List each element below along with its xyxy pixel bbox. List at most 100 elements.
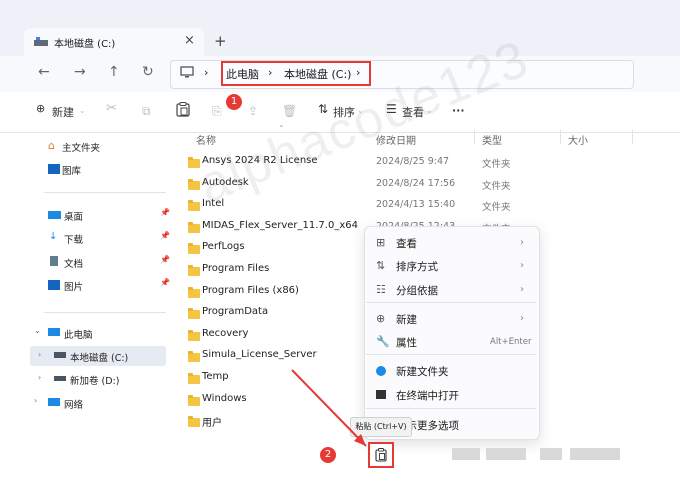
back-button[interactable]: ← xyxy=(38,64,50,80)
folder-icon xyxy=(188,287,200,298)
file-type: 文件夹 xyxy=(482,202,511,213)
file-type: 文件夹 xyxy=(482,181,511,192)
sidebar-item-local-disk-c[interactable]: 本地磁盘 (C:) xyxy=(70,350,128,364)
sidebar-item-desktop[interactable]: 桌面 xyxy=(64,209,83,223)
menu-item-view[interactable]: 查看 xyxy=(396,236,417,251)
folder-icon xyxy=(188,243,200,254)
blurred-toolbar-item xyxy=(452,448,480,460)
grid-view-icon: ⊞ xyxy=(376,236,386,249)
breadcrumb-this-pc[interactable]: 此电脑 xyxy=(226,66,259,82)
menu-item-group[interactable]: 分组依据 xyxy=(396,283,438,298)
new-icon: ⊕ xyxy=(36,102,46,115)
sidebar-item-gallery[interactable]: 图库 xyxy=(62,163,81,177)
menu-separator xyxy=(366,354,536,355)
new-button[interactable]: 新建 xyxy=(52,104,74,120)
file-name: Windows xyxy=(202,393,247,404)
sidebar-item-home[interactable]: 主文件夹 xyxy=(62,140,100,154)
copy-icon[interactable]: ⧉ xyxy=(142,104,151,119)
sort-icon: ⇅ xyxy=(376,259,386,272)
chevron-right-icon[interactable]: › xyxy=(34,396,37,405)
file-name: Program Files xyxy=(202,263,270,274)
pin-icon: 📌 xyxy=(160,255,170,264)
delete-icon[interactable]: 🗑 xyxy=(282,104,297,118)
column-divider xyxy=(560,130,561,144)
chevron-right-icon: › xyxy=(520,260,524,271)
folder-icon xyxy=(188,351,200,362)
new-tab-button[interactable]: + xyxy=(214,32,227,50)
group-icon: ☷ xyxy=(376,283,386,296)
forward-button[interactable]: → xyxy=(74,64,86,80)
blurred-toolbar-item xyxy=(486,448,526,460)
step-badge-2: 2 xyxy=(320,447,336,463)
folder-icon xyxy=(188,222,200,233)
pin-icon: 📌 xyxy=(160,278,170,287)
sidebar-item-documents[interactable]: 文档 xyxy=(64,256,83,270)
column-divider xyxy=(632,130,633,144)
file-type: 文件夹 xyxy=(482,159,511,170)
column-header-type[interactable]: 类型 xyxy=(482,132,502,147)
drive-d-icon xyxy=(54,376,66,381)
folder-icon xyxy=(188,395,200,406)
file-date: 2024/4/13 15:40 xyxy=(376,199,456,210)
new-icon: ⊕ xyxy=(376,312,386,325)
chevron-right-icon: › xyxy=(520,313,524,324)
home-icon: ⌂ xyxy=(48,139,55,152)
menu-item-properties[interactable]: 属性 xyxy=(396,335,417,350)
gallery-icon xyxy=(48,164,60,174)
pin-icon: 📌 xyxy=(160,231,170,240)
network-icon xyxy=(48,398,60,406)
column-header-size[interactable]: 大小 xyxy=(568,132,588,147)
chevron-right-icon[interactable]: › xyxy=(38,350,41,359)
menu-item-new-folder[interactable]: 新建文件夹 xyxy=(396,364,449,379)
drive-c-icon xyxy=(54,352,66,358)
chevron-down-icon: ⌄ xyxy=(79,106,86,115)
tab-close-button[interactable]: × xyxy=(184,33,195,48)
menu-item-open-terminal[interactable]: 在终端中打开 xyxy=(396,388,459,403)
paste-button[interactable] xyxy=(368,442,394,468)
chevron-down-icon[interactable]: ⌄ xyxy=(34,326,41,335)
file-name: ProgramData xyxy=(202,306,269,317)
tab-title: 本地磁盘 (C:) xyxy=(54,39,116,50)
document-icon xyxy=(50,256,58,266)
chevron-right-icon: › xyxy=(520,284,524,295)
menu-item-sort[interactable]: 排序方式 xyxy=(396,259,438,274)
sidebar-item-downloads[interactable]: 下载 xyxy=(64,232,83,246)
desktop-icon xyxy=(48,211,61,219)
sidebar-item-this-pc[interactable]: 此电脑 xyxy=(64,327,93,341)
cut-icon[interactable]: ✂ xyxy=(106,101,117,116)
drive-icon xyxy=(34,37,48,46)
step-badge-1: 1 xyxy=(226,94,242,110)
file-date: 2024/8/25 9:47 xyxy=(376,156,450,167)
refresh-button[interactable]: ↻ xyxy=(142,64,154,80)
file-name: 用户 xyxy=(202,418,222,429)
file-name: Temp xyxy=(202,371,229,382)
rename-icon[interactable]: ⎘ xyxy=(212,104,222,119)
column-header-name[interactable]: 名称 xyxy=(196,132,216,147)
paste-tooltip: 粘贴 (Ctrl+V) xyxy=(350,417,412,437)
breadcrumb-local-disk-c[interactable]: 本地磁盘 (C:) xyxy=(284,66,351,82)
sidebar-item-pictures[interactable]: 图片 xyxy=(64,279,83,293)
folder-icon xyxy=(188,330,200,341)
sidebar-item-new-volume-d[interactable]: 新加卷 (D:) xyxy=(70,373,119,387)
folder-icon xyxy=(188,373,200,384)
this-pc-icon xyxy=(48,328,60,336)
menu-separator xyxy=(366,408,536,409)
share-icon[interactable]: ⇪ xyxy=(248,104,258,118)
chevron-right-icon: › xyxy=(520,237,524,248)
computer-icon xyxy=(180,66,194,78)
sidebar-divider xyxy=(44,192,166,193)
sidebar-item-network[interactable]: 网络 xyxy=(64,397,83,411)
pin-icon: 📌 xyxy=(160,208,170,217)
up-button[interactable]: ↑ xyxy=(108,64,120,80)
paste-icon[interactable] xyxy=(176,102,190,117)
chevron-right-icon[interactable]: › xyxy=(38,373,41,382)
address-chevron[interactable]: › xyxy=(204,66,208,79)
menu-item-new[interactable]: 新建 xyxy=(396,312,417,327)
file-name: MIDAS_Flex_Server_11.7.0_x64 xyxy=(202,220,358,231)
breadcrumb-separator[interactable]: › xyxy=(356,66,360,79)
folder-icon xyxy=(188,416,200,427)
pictures-icon xyxy=(48,280,60,290)
file-name: Program Files (x86) xyxy=(202,285,299,296)
folder-icon xyxy=(188,200,200,211)
folder-icon xyxy=(188,265,200,276)
